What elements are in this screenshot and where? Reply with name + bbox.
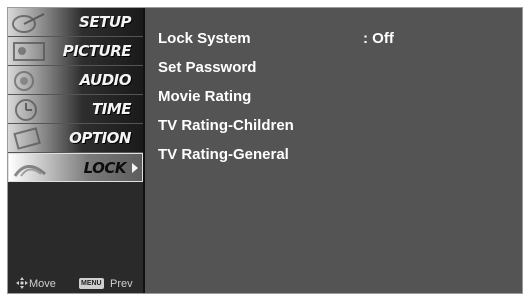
lock-system-option[interactable]: Lock System : Off [158,27,518,56]
satellite-dish-icon [12,13,45,33]
option-value: : Off [363,30,394,47]
menu-item-time[interactable]: TIME [8,95,143,124]
menu-item-audio[interactable]: AUDIO [8,66,143,95]
menu-item-lock[interactable]: LOCK [8,153,143,182]
tv-rating-children-option[interactable]: TV Rating-Children [158,114,518,143]
menu-key-badge: MENU [79,278,104,289]
speaker-icon [14,71,34,91]
option-label: Lock System [158,30,251,47]
option-icon [13,127,41,150]
menu-item-label: PICTURE [62,42,132,60]
film-reel-icon [13,42,45,61]
menu-item-label: LOCK [83,159,127,177]
option-label: TV Rating-General [158,146,289,163]
tv-rating-general-option[interactable]: TV Rating-General [158,143,518,172]
lock-submenu: Lock System : Off Set Password Movie Rat… [158,27,518,172]
menu-item-label: AUDIO [79,71,132,89]
navigation-hint: Move MENU Prev [8,276,143,292]
prev-hint-label: Prev [110,278,133,290]
chevron-right-icon [132,163,138,173]
main-menu-sidebar: SETUP PICTURE AUDIO TIME OPTION LOCK [8,8,145,293]
menu-item-label: TIME [92,100,132,118]
option-label: TV Rating-Children [158,117,294,134]
clock-icon [15,99,37,121]
menu-item-label: OPTION [69,129,131,147]
lock-icon [13,165,46,177]
move-hint-label: Move [29,278,56,290]
option-label: Movie Rating [158,88,252,105]
option-label: Set Password [158,59,257,76]
set-password-option[interactable]: Set Password [158,56,518,85]
menu-item-setup[interactable]: SETUP [8,8,143,37]
menu-item-option[interactable]: OPTION [8,124,143,153]
movie-rating-option[interactable]: Movie Rating [158,85,518,114]
menu-item-label: SETUP [79,13,131,31]
menu-item-picture[interactable]: PICTURE [8,37,143,66]
move-arrows-icon [16,277,28,289]
